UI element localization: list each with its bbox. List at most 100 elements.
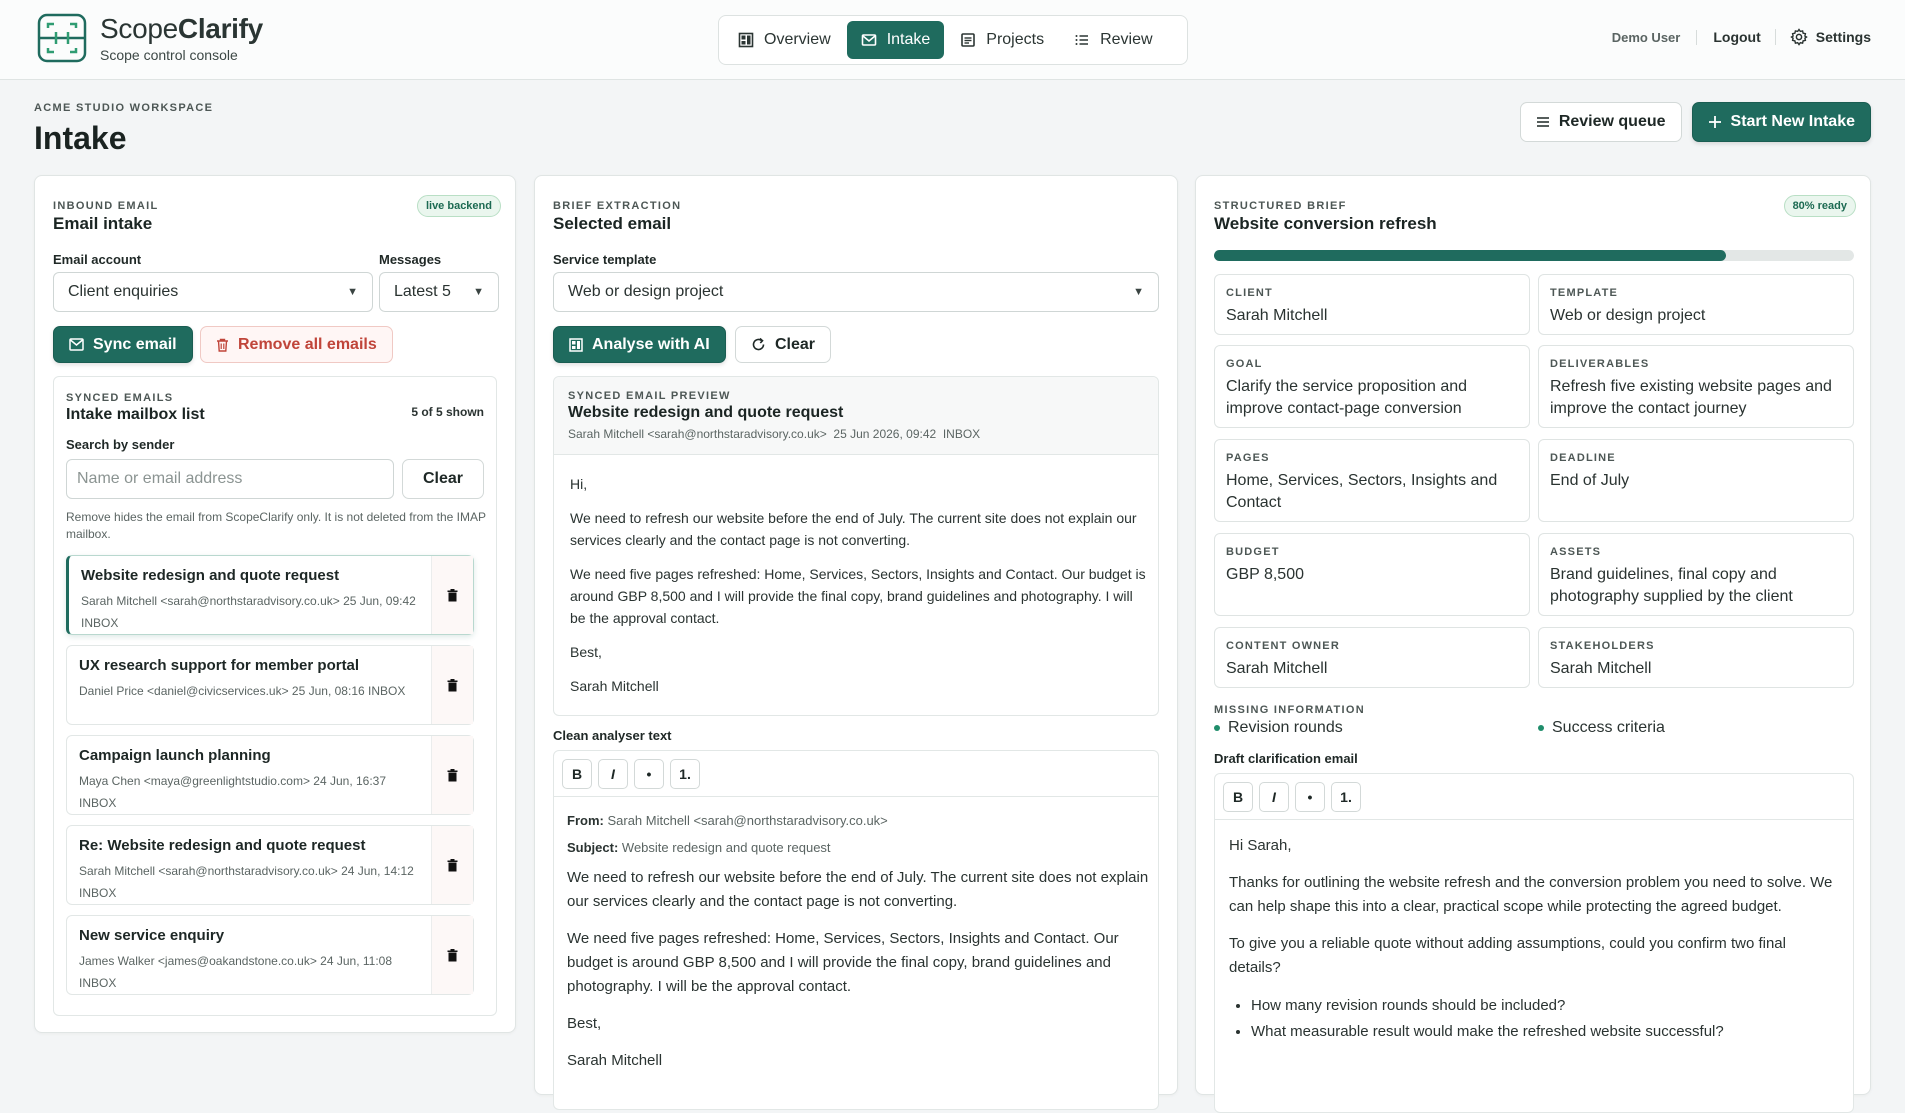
preview-paragraph: We need to refresh our website before th… <box>570 510 1137 548</box>
numbered-list-button[interactable]: 1. <box>1331 782 1361 812</box>
delete-email-button[interactable] <box>431 916 473 994</box>
main-nav: Overview Intake Projects Review <box>718 15 1188 65</box>
top-bar: ScopeClarify Scope control console Overv… <box>0 0 1905 80</box>
email-subject: New service enquiry <box>79 927 225 944</box>
sync-email-button[interactable]: Sync email <box>53 326 193 363</box>
service-template-select[interactable]: Web or design project ▼ <box>553 272 1159 312</box>
trash-icon <box>447 678 458 691</box>
draft-question: How many revision rounds should be inclu… <box>1251 993 1835 1019</box>
field-value: Sarah Mitchell <box>1226 660 1328 677</box>
service-template-label: Service template <box>553 252 657 267</box>
email-intake-panel: INBOUND EMAIL Email intake live backend … <box>34 175 516 1033</box>
draft-paragraph: Thanks for outlining the website refresh… <box>1229 874 1833 915</box>
analyse-with-ai-button[interactable]: Analyse with AI <box>553 326 726 363</box>
subject-value: Website redesign and quote request <box>621 840 831 855</box>
analyser-paragraph: We need to refresh our website before th… <box>567 869 1149 910</box>
grid-icon <box>738 32 754 48</box>
trash-icon <box>447 768 458 781</box>
tab-review-label: Review <box>1100 31 1153 48</box>
email-meta: Maya Chen <maya@greenlightstudio.com> 24… <box>79 774 387 810</box>
review-queue-button[interactable]: Review queue <box>1519 102 1682 142</box>
messages-value: Latest 5 <box>394 283 451 300</box>
field-value: Clarify the service proposition and impr… <box>1226 378 1468 417</box>
list-icon <box>1536 117 1549 127</box>
email-list-item[interactable]: Campaign launch planning Maya Chen <maya… <box>66 735 474 815</box>
messages-select[interactable]: Latest 5 ▼ <box>379 272 499 312</box>
draft-email-editor[interactable]: B I • 1. Hi Sarah, Thanks for outlining the… <box>1214 773 1854 1113</box>
tab-projects-label: Projects <box>986 31 1045 48</box>
preview-paragraph: Sarah Mitchell <box>570 678 659 694</box>
italic-button[interactable]: I <box>598 759 628 789</box>
analyser-paragraph: Sarah Mitchell <box>567 1052 663 1069</box>
from-value: Sarah Mitchell <sarah@northstaradvisory.… <box>607 813 888 828</box>
mail-icon <box>861 34 876 46</box>
bold-button[interactable]: B <box>1223 782 1253 812</box>
clear-brief-button[interactable]: Clear <box>735 326 832 363</box>
tab-intake-label: Intake <box>886 31 931 48</box>
pages-field: PAGES Home, Services, Sectors, Insights … <box>1214 439 1530 522</box>
start-new-intake-button[interactable]: Start New Intake <box>1691 102 1871 142</box>
email-list-item[interactable]: Website redesign and quote request Sarah… <box>66 555 474 635</box>
delete-email-button[interactable] <box>431 646 473 724</box>
logout-link[interactable]: Logout <box>1697 29 1776 45</box>
bold-button[interactable]: B <box>562 759 592 789</box>
messages-label: Messages <box>379 252 442 267</box>
tab-review[interactable]: Review <box>1060 21 1166 59</box>
page-title: Intake <box>34 120 127 156</box>
brand-name: ScopeClarify <box>100 12 263 44</box>
sender-search-input[interactable]: Name or email address <box>66 459 394 499</box>
mail-icon <box>69 338 84 351</box>
preview-paragraph: We need five pages refreshed: Home, Serv… <box>570 566 1146 626</box>
page-header: ACME STUDIO WORKSPACE Intake <box>34 102 213 157</box>
analyser-text-label: Clean analyser text <box>553 728 672 743</box>
email-subject: Re: Website redesign and quote request <box>79 837 366 854</box>
analyser-content: From: Sarah Mitchell <sarah@northstaradv… <box>567 811 1151 1073</box>
email-account-select[interactable]: Client enquiries ▼ <box>53 272 373 312</box>
preview-header: SYNCED EMAIL PREVIEW Website redesign an… <box>554 377 1158 455</box>
trash-icon <box>447 588 458 601</box>
email-subject: Campaign launch planning <box>79 747 271 764</box>
field-value: Refresh five existing website pages and … <box>1550 378 1832 417</box>
clear-label: Clear <box>775 335 816 353</box>
panel-eyebrow: BRIEF EXTRACTION <box>553 200 682 212</box>
field-value: Brand guidelines, final copy and photogr… <box>1550 566 1793 605</box>
email-list-item[interactable]: Re: Website redesign and quote request S… <box>66 825 474 905</box>
client-field: CLIENT Sarah Mitchell <box>1214 274 1530 335</box>
delete-email-button[interactable] <box>431 556 473 634</box>
document-icon <box>961 33 976 47</box>
brief-extraction-panel: BRIEF EXTRACTION Selected email Service … <box>534 175 1178 1110</box>
email-preview: SYNCED EMAIL PREVIEW Website redesign an… <box>553 376 1159 716</box>
email-subject: UX research support for member portal <box>79 657 360 674</box>
missing-item-text: Revision rounds <box>1228 719 1343 736</box>
italic-button[interactable]: I <box>1259 782 1289 812</box>
editor-toolbar: B I • 1. <box>1215 774 1853 820</box>
email-list-item[interactable]: New service enquiry James Walker <james@… <box>66 915 474 995</box>
clear-search-button[interactable]: Clear <box>402 459 485 499</box>
delete-email-button[interactable] <box>431 826 473 904</box>
goal-field: GOAL Clarify the service proposition and… <box>1214 345 1530 428</box>
tab-intake[interactable]: Intake <box>846 21 945 59</box>
brand[interactable]: ScopeClarify Scope control console <box>36 12 263 64</box>
email-meta: James Walker <james@oakandstone.co.uk> 2… <box>79 954 393 990</box>
field-label: ASSETS <box>1550 546 1602 558</box>
trash-icon <box>447 858 458 871</box>
chevron-down-icon: ▼ <box>1133 286 1144 298</box>
tab-overview[interactable]: Overview <box>724 21 845 59</box>
bullet-dot <box>1538 724 1544 731</box>
draft-question-list: How many revision rounds should be inclu… <box>1229 993 1835 1045</box>
missing-item: Revision rounds <box>1214 719 1343 737</box>
settings-link[interactable]: Settings <box>1776 28 1871 46</box>
analyser-editor[interactable]: B I • 1. From: Sarah Mitchell <sarah@norths… <box>553 750 1159 1110</box>
brand-subtitle: Scope control console <box>100 46 238 63</box>
bullet-list-button[interactable]: • <box>634 759 664 789</box>
email-list-item[interactable]: UX research support for member portal Da… <box>66 645 474 725</box>
trash-icon <box>217 338 228 352</box>
budget-field: BUDGET GBP 8,500 <box>1214 533 1530 616</box>
remove-all-emails-button[interactable]: Remove all emails <box>200 326 393 363</box>
tab-projects[interactable]: Projects <box>946 21 1058 59</box>
numbered-list-button[interactable]: 1. <box>670 759 700 789</box>
delete-email-button[interactable] <box>431 736 473 814</box>
bullet-list-button[interactable]: • <box>1295 782 1325 812</box>
field-value: Web or design project <box>1550 307 1706 324</box>
grid-icon <box>569 337 583 352</box>
